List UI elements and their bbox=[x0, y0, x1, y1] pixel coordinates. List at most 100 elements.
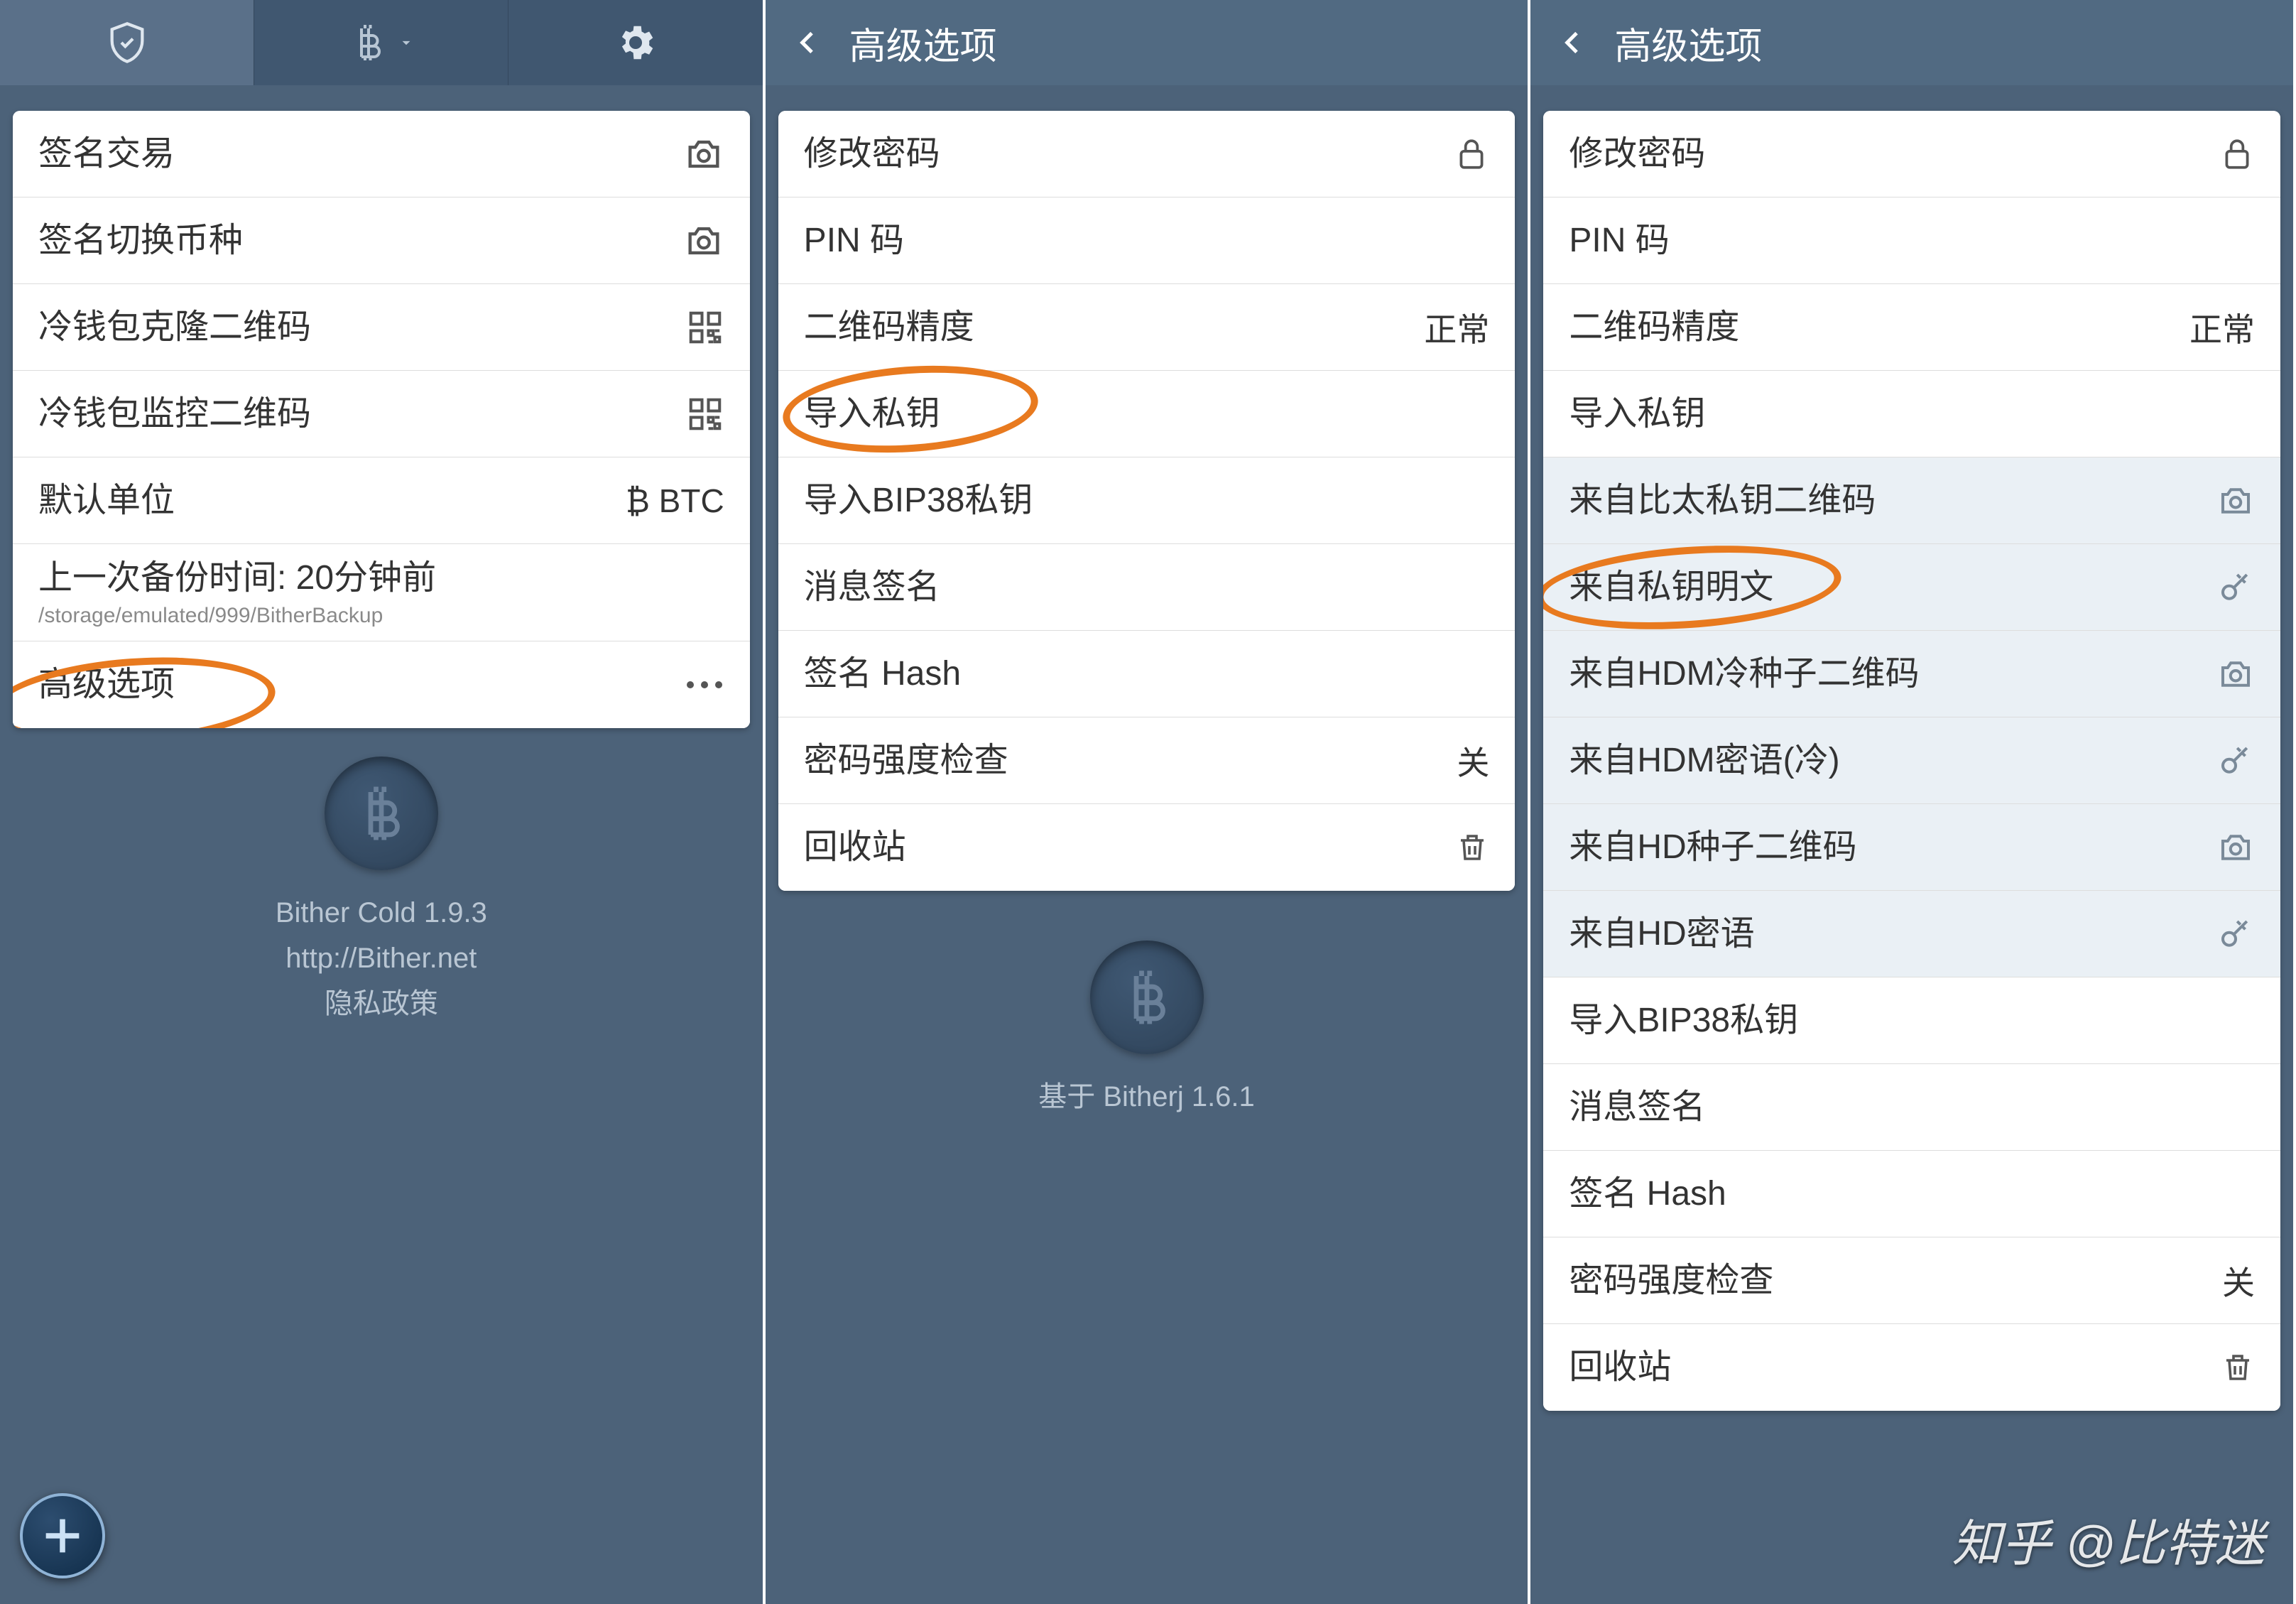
row-change-password[interactable]: 修改密码 bbox=[1543, 111, 2280, 197]
settings-list: 签名交易 签名切换币种 冷钱包克隆二维码 冷钱包监控二维码 默认单位 ₿ B bbox=[13, 111, 750, 728]
row-label: 来自比太私钥二维码 bbox=[1569, 479, 2216, 522]
row-label: 签名 Hash bbox=[804, 653, 1490, 695]
app-name: Bither Cold 1.9.3 bbox=[0, 890, 763, 936]
row-label: PIN 码 bbox=[1569, 220, 2255, 262]
row-from-hd-seed-qr[interactable]: 来自HD种子二维码 bbox=[1543, 804, 2280, 891]
app-url[interactable]: http://Bither.net bbox=[0, 936, 763, 981]
bitcoin-logo bbox=[1090, 941, 1204, 1054]
chevron-left-icon bbox=[1559, 21, 1587, 64]
row-sign-hash[interactable]: 签名 Hash bbox=[1543, 1151, 2280, 1237]
row-label: 消息签名 bbox=[804, 566, 1490, 609]
camera-icon bbox=[683, 220, 724, 261]
row-advanced-options[interactable]: 高级选项 bbox=[13, 641, 750, 728]
row-import-bip38[interactable]: 导入BIP38私钥 bbox=[1543, 977, 2280, 1064]
row-cold-clone-qr[interactable]: 冷钱包克隆二维码 bbox=[13, 284, 750, 371]
row-from-hdm-cold-seed-qr[interactable]: 来自HDM冷种子二维码 bbox=[1543, 631, 2280, 717]
row-import-private-key[interactable]: 导入私钥 bbox=[778, 371, 1516, 457]
row-sign-switch-coin[interactable]: 签名切换币种 bbox=[13, 197, 750, 284]
camera-icon bbox=[683, 134, 724, 175]
row-pin-code[interactable]: PIN 码 bbox=[1543, 197, 2280, 284]
footer-info: 基于 Bitherj 1.6.1 bbox=[766, 941, 1528, 1120]
page-title: 高级选项 bbox=[849, 16, 997, 70]
row-pin-code[interactable]: PIN 码 bbox=[778, 197, 1516, 284]
add-button[interactable] bbox=[20, 1493, 105, 1578]
chevron-down-icon bbox=[397, 33, 415, 52]
row-import-private-key[interactable]: 导入私钥 bbox=[1543, 371, 2280, 457]
row-label: 来自HDM密语(冷) bbox=[1569, 739, 2216, 782]
key-icon bbox=[2216, 742, 2255, 780]
lock-icon bbox=[2219, 134, 2255, 174]
qr-icon bbox=[686, 308, 724, 347]
topbar: 高级选项 bbox=[766, 0, 1528, 85]
row-label: 密码强度检查 bbox=[1569, 1259, 2222, 1302]
key-icon bbox=[2216, 568, 2255, 607]
privacy-link[interactable]: 隐私政策 bbox=[0, 981, 763, 1026]
row-message-sign[interactable]: 消息签名 bbox=[778, 544, 1516, 631]
page-title: 高级选项 bbox=[1614, 16, 1762, 70]
row-label: 修改密码 bbox=[804, 133, 1454, 175]
camera-icon bbox=[2216, 828, 2255, 867]
row-label: 导入私钥 bbox=[804, 393, 1490, 435]
trash-icon bbox=[1455, 828, 1489, 867]
advanced-list: 修改密码 PIN 码 二维码精度 正常 导入私钥 导入BIP38私钥 消息签名 … bbox=[778, 111, 1516, 891]
row-label: 消息签名 bbox=[1569, 1086, 2255, 1129]
tab-bitcoin[interactable] bbox=[254, 0, 508, 85]
row-label: 签名切换币种 bbox=[38, 220, 683, 262]
tab-settings[interactable] bbox=[508, 0, 762, 85]
row-label: PIN 码 bbox=[804, 220, 1490, 262]
row-recycle-bin[interactable]: 回收站 bbox=[1543, 1324, 2280, 1411]
row-label: 二维码精度 bbox=[804, 306, 1425, 349]
panel-advanced: 高级选项 修改密码 PIN 码 二维码精度 正常 导入私钥 导入BIP38私钥 … bbox=[766, 0, 1531, 1604]
row-from-bither-qr[interactable]: 来自比太私钥二维码 bbox=[1543, 457, 2280, 544]
row-label: 二维码精度 bbox=[1569, 306, 2189, 349]
row-label: 密码强度检查 bbox=[804, 739, 1457, 782]
row-qr-precision[interactable]: 二维码精度 正常 bbox=[778, 284, 1516, 371]
plus-icon bbox=[38, 1511, 87, 1561]
row-label: 上一次备份时间: 20分钟前 bbox=[38, 557, 436, 600]
row-label: 冷钱包克隆二维码 bbox=[38, 306, 686, 349]
watermark: 知乎 @比特迷 bbox=[1952, 1504, 2265, 1576]
row-label: 修改密码 bbox=[1569, 133, 2219, 175]
row-from-hdm-passphrase-cold[interactable]: 来自HDM密语(冷) bbox=[1543, 717, 2280, 804]
row-from-plaintext-key[interactable]: 来自私钥明文 bbox=[1543, 544, 2280, 631]
row-from-hd-passphrase[interactable]: 来自HD密语 bbox=[1543, 891, 2280, 977]
row-message-sign[interactable]: 消息签名 bbox=[1543, 1064, 2280, 1151]
row-default-unit[interactable]: 默认单位 ₿ BTC bbox=[13, 457, 750, 544]
row-change-password[interactable]: 修改密码 bbox=[778, 111, 1516, 197]
back-button[interactable] bbox=[787, 21, 829, 64]
bitcoin-logo bbox=[325, 757, 438, 870]
key-icon bbox=[2216, 915, 2255, 953]
row-qr-precision[interactable]: 二维码精度 正常 bbox=[1543, 284, 2280, 371]
qr-icon bbox=[686, 395, 724, 433]
top-tabs bbox=[0, 0, 763, 85]
row-value: ₿ BTC bbox=[626, 482, 724, 520]
row-last-backup[interactable]: 上一次备份时间: 20分钟前 /storage/emulated/999/Bit… bbox=[13, 544, 750, 641]
row-sign-hash[interactable]: 签名 Hash bbox=[778, 631, 1516, 717]
tab-shield[interactable] bbox=[0, 0, 254, 85]
panel-advanced-expanded: 高级选项 修改密码 PIN 码 二维码精度 正常 导入私钥 来自比太私钥二维码 … bbox=[1530, 0, 2296, 1604]
row-label: 导入BIP38私钥 bbox=[804, 479, 1490, 522]
trash-icon bbox=[2221, 1348, 2255, 1387]
row-sublabel: /storage/emulated/999/BitherBackup bbox=[38, 604, 383, 628]
row-password-strength[interactable]: 密码强度检查 关 bbox=[1543, 1237, 2280, 1324]
row-recycle-bin[interactable]: 回收站 bbox=[778, 804, 1516, 891]
shield-icon bbox=[104, 20, 150, 65]
row-label: 高级选项 bbox=[38, 663, 685, 706]
row-label: 来自私钥明文 bbox=[1569, 566, 2216, 609]
row-label: 回收站 bbox=[1569, 1346, 2221, 1389]
advanced-list-expanded: 修改密码 PIN 码 二维码精度 正常 导入私钥 来自比太私钥二维码 来自私钥明… bbox=[1543, 111, 2280, 1411]
camera-icon bbox=[2216, 655, 2255, 693]
row-sign-tx[interactable]: 签名交易 bbox=[13, 111, 750, 197]
lock-icon bbox=[1454, 134, 1489, 174]
row-cold-monitor-qr[interactable]: 冷钱包监控二维码 bbox=[13, 371, 750, 457]
chevron-left-icon bbox=[794, 21, 822, 64]
gear-icon bbox=[614, 21, 658, 65]
row-import-bip38[interactable]: 导入BIP38私钥 bbox=[778, 457, 1516, 544]
row-label: 导入BIP38私钥 bbox=[1569, 999, 2255, 1042]
row-password-strength[interactable]: 密码强度检查 关 bbox=[778, 717, 1516, 804]
row-value: 关 bbox=[1457, 737, 1489, 784]
topbar: 高级选项 bbox=[1530, 0, 2293, 85]
row-label: 签名交易 bbox=[38, 133, 683, 175]
back-button[interactable] bbox=[1552, 21, 1594, 64]
row-label: 来自HD密语 bbox=[1569, 913, 2216, 955]
